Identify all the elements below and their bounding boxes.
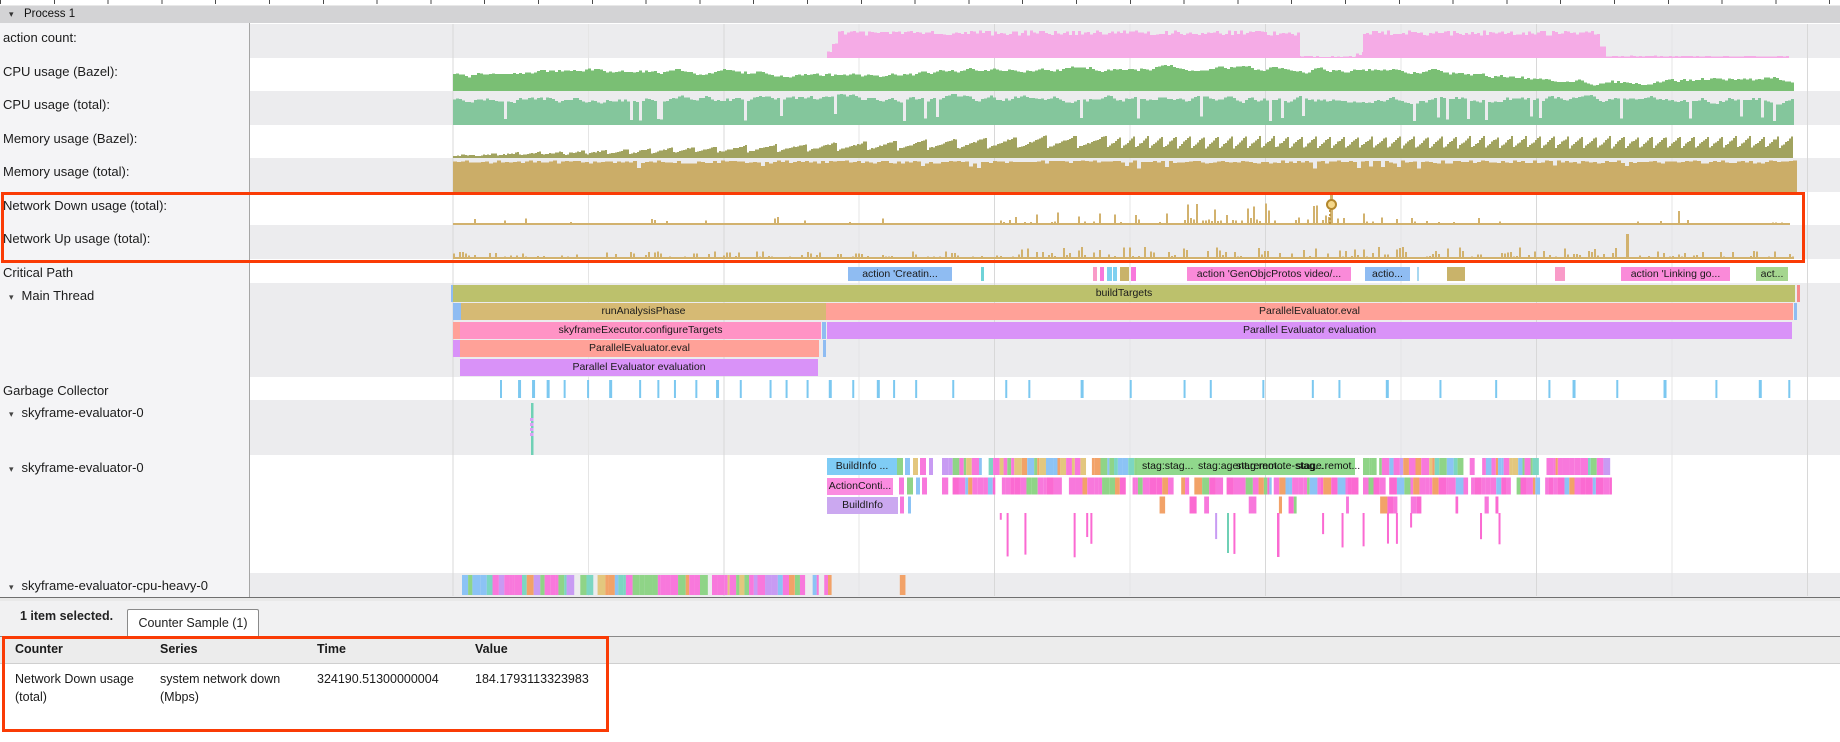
sidebar-item-10[interactable]: ▾ skyframe-evaluator-0 [9,405,144,420]
column-header-counter[interactable]: Counter [15,642,63,656]
cell-series: system network down [160,672,280,686]
track-sidebar: action count: CPU usage (Bazel): CPU usage… [0,23,250,597]
main-thread-slice[interactable]: runAnalysisPhase [461,303,826,320]
details-panel: 1 item selected. Counter Sample (1) Coun… [0,601,1840,742]
track-label: skyframe-evaluator-0 [22,405,144,420]
counter-chart-1[interactable] [0,58,1840,91]
column-header-value[interactable]: Value [475,642,508,656]
sidebar-item-11[interactable]: ▾ skyframe-evaluator-0 [9,460,144,475]
ruler-ticks [0,0,1840,4]
track-label: Memory usage (total): [3,164,129,179]
main-thread-slice[interactable] [453,303,461,320]
sidebar-item-2[interactable]: CPU usage (total): [3,97,110,112]
collapse-triangle-icon[interactable]: ▾ [9,582,14,592]
sidebar-item-0[interactable]: action count: [3,30,77,45]
track-label: Memory usage (Bazel): [3,131,137,146]
critical-path-slice[interactable] [1131,267,1136,281]
track-label: CPU usage (total): [3,97,110,112]
sidebar-item-1[interactable]: CPU usage (Bazel): [3,64,118,79]
track-area[interactable]: action 'Creatin... action 'GenObjcProtos … [0,23,1840,597]
critical-path-slice[interactable]: action 'GenObjcProtos video/... [1187,267,1351,281]
track-label: Main Thread [22,288,95,303]
main-thread-slice[interactable] [453,322,460,339]
counter-chart-6[interactable] [0,225,1840,259]
critical-path-slice[interactable] [1100,267,1104,281]
cell-value: 184.1793113323983 [475,672,589,686]
main-thread-slice[interactable]: buildTargets [453,285,1795,302]
main-thread-slice[interactable] [1794,303,1797,320]
critical-path-slice[interactable] [1120,267,1129,281]
sidebar-item-5[interactable]: Network Down usage (total): [3,198,167,213]
track-label: skyframe-evaluator-0 [22,460,144,475]
cell-time: 324190.51300000004 [317,672,439,686]
tab-counter-sample[interactable]: Counter Sample (1) [127,609,259,637]
table-header: Counter Series Time Value [0,637,1840,664]
cell-counter: Network Down usage [15,672,134,686]
sidebar-item-7[interactable]: Critical Path [3,265,73,280]
critical-path-slice[interactable] [1555,267,1565,281]
track-label: skyframe-evaluator-cpu-heavy-0 [22,578,208,593]
critical-path-slice[interactable] [1447,267,1465,281]
critical-path-slice[interactable] [1107,267,1112,281]
collapse-triangle-icon[interactable]: ▾ [9,464,14,474]
critical-path-slice[interactable]: action 'Creatin... [848,267,952,281]
sidebar-item-8[interactable]: ▾ Main Thread [9,288,94,303]
skyframe-slice[interactable]: BuildInfo ... [827,458,897,475]
critical-path-slice[interactable] [1093,267,1097,281]
critical-path-slice[interactable] [981,267,984,281]
selected-sample-marker-line [1329,210,1331,224]
sidebar-item-4[interactable]: Memory usage (total): [3,164,129,179]
trace-viewer: ▾ Process 1 action 'Creatin... action 'Ge… [0,0,1840,742]
critical-path-slice[interactable]: action 'Linking go... [1621,267,1730,281]
track-label: action count: [3,30,77,45]
counter-chart-3[interactable] [0,125,1840,158]
track-label: CPU usage (Bazel): [3,64,118,79]
sidebar-item-12[interactable]: ▾ skyframe-evaluator-cpu-heavy-0 [9,578,208,593]
main-thread-slice[interactable] [1797,285,1800,302]
skyframe-slice[interactable]: ActionConti... [827,478,893,495]
selection-status: 1 item selected. [20,609,113,623]
column-header-series[interactable]: Series [160,642,198,656]
cell-counter: (total) [15,690,47,704]
counter-chart-5[interactable] [0,192,1840,225]
counter-chart-4[interactable] [0,158,1840,192]
process-label: Process 1 [24,6,75,23]
critical-path-slice[interactable] [1417,267,1419,281]
track-label: Network Up usage (total): [3,231,150,246]
counter-chart-2[interactable] [0,91,1840,125]
main-thread-slice[interactable]: ParallelEvaluator.eval [826,303,1793,320]
process-header[interactable]: ▾ Process 1 [0,6,1840,24]
collapse-triangle-icon[interactable]: ▾ [9,292,14,302]
table-body[interactable]: Network Down usage (total) system network … [0,664,1840,742]
critical-path-slice[interactable]: actio... [1365,267,1410,281]
critical-path-slice[interactable] [1113,267,1117,281]
main-thread-slice[interactable]: Parallel Evaluator evaluation [827,322,1792,339]
stag-slice-label: stag:stag... [1142,460,1193,472]
track-label: Network Down usage (total): [3,198,167,213]
stag-slice-label: stage.remot... [1296,460,1360,472]
main-thread-slice[interactable]: Parallel Evaluator evaluation [460,359,818,376]
cell-series: (Mbps) [160,690,199,704]
track-label: Garbage Collector [3,383,109,398]
critical-path-slice[interactable]: act... [1756,267,1788,281]
main-thread-slice[interactable]: skyframeExecutor.configureTargets [460,322,821,339]
selected-sample-marker[interactable] [1326,199,1337,210]
column-header-time[interactable]: Time [317,642,346,656]
sidebar-item-9[interactable]: Garbage Collector [3,383,109,398]
collapse-triangle-icon[interactable]: ▾ [9,409,14,419]
sidebar-item-3[interactable]: Memory usage (Bazel): [3,131,137,146]
sidebar-item-6[interactable]: Network Up usage (total): [3,231,150,246]
counter-chart-0[interactable] [0,24,1840,58]
main-thread-slice[interactable] [822,322,826,339]
main-thread-slice[interactable] [453,340,460,357]
track-label: Critical Path [3,265,73,280]
skyframe-slice[interactable]: BuildInfo [827,497,898,514]
collapse-triangle-icon[interactable]: ▾ [9,6,14,23]
main-thread-slice[interactable]: ParallelEvaluator.eval [460,340,819,357]
main-thread-slice[interactable] [823,340,826,357]
